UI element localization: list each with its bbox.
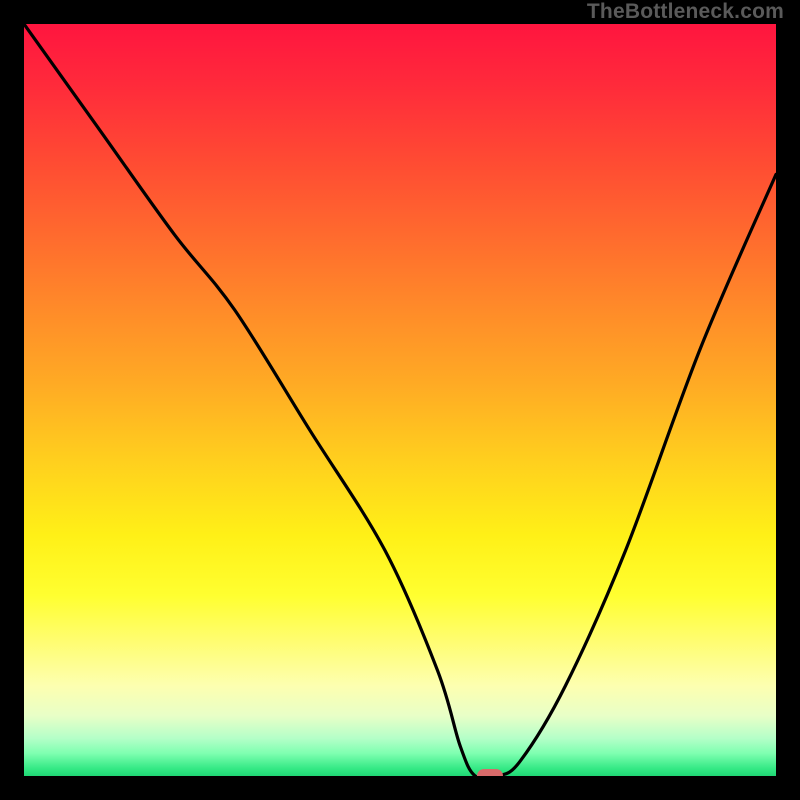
- watermark-label: TheBottleneck.com: [587, 0, 784, 24]
- curve-svg: [24, 24, 776, 776]
- plot-area: [24, 24, 776, 776]
- chart-frame: TheBottleneck.com: [0, 0, 800, 800]
- optimal-point-marker: [477, 769, 503, 776]
- bottleneck-curve: [24, 24, 776, 776]
